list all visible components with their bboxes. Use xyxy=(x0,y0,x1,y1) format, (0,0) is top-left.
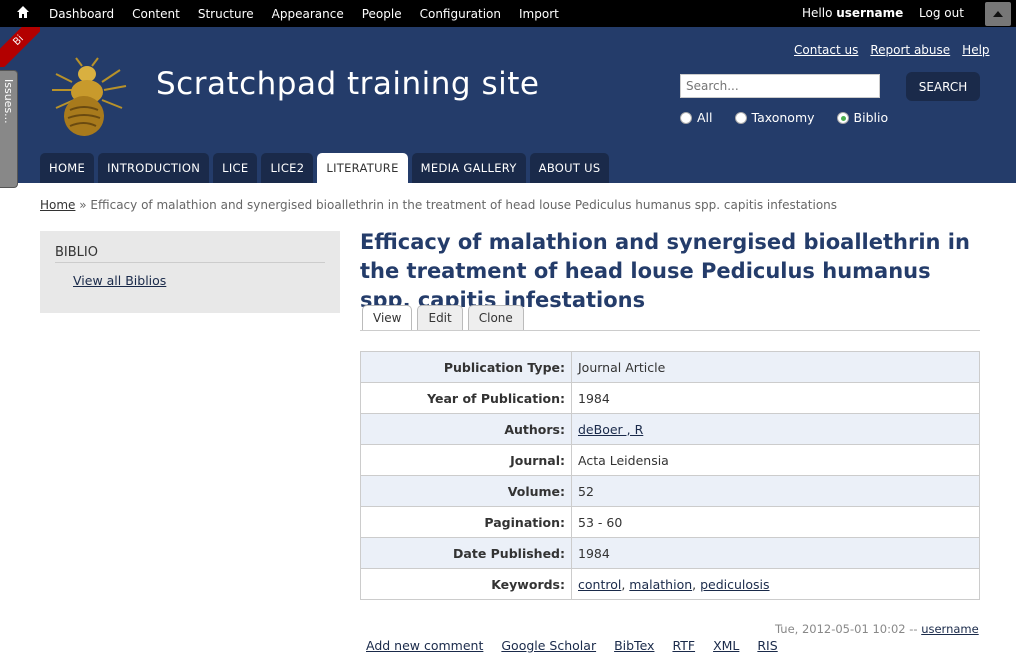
field-value: deBoer , R xyxy=(571,413,980,445)
search-scope-taxonomy[interactable]: Taxonomy xyxy=(734,110,815,125)
radio-icon xyxy=(734,111,747,124)
corner-ribbon[interactable]: Bi xyxy=(0,27,40,67)
breadcrumb-current: Efficacy of malathion and synergised bio… xyxy=(90,198,838,212)
radio-icon xyxy=(680,111,692,124)
field-label: Authors: xyxy=(360,413,572,445)
submitted-date: Tue, 2012-05-01 10:02 -- xyxy=(775,622,922,636)
user-greeting: Hello username xyxy=(802,6,903,20)
radio-label: Biblio xyxy=(853,110,889,125)
search-button[interactable]: SEARCH xyxy=(906,72,980,101)
admin-menu-people[interactable]: People xyxy=(353,7,411,21)
rtf-link[interactable]: RTF xyxy=(672,638,695,653)
submitted-user-link[interactable]: username xyxy=(921,622,979,636)
field-value: Acta Leidensia xyxy=(571,444,980,476)
nav-tab-lice2[interactable]: LICE2 xyxy=(261,153,314,183)
admin-menu: Dashboard Content Structure Appearance P… xyxy=(40,0,568,27)
table-row: Journal: Acta Leidensia xyxy=(360,444,980,476)
field-value: 52 xyxy=(571,475,980,507)
admin-menu-content[interactable]: Content xyxy=(123,7,189,21)
field-value: 53 - 60 xyxy=(571,506,980,538)
secondary-links: Contact us Report abuse Help xyxy=(794,43,990,57)
issues-tab-label: Issues... xyxy=(2,79,15,124)
author-link[interactable]: deBoer , R xyxy=(578,422,643,437)
admin-menu-appearance[interactable]: Appearance xyxy=(263,7,353,21)
page-title: Efficacy of malathion and synergised bio… xyxy=(360,230,970,312)
sidebar-block-title: BIBLIO xyxy=(55,245,325,263)
field-value: control, malathion, pediculosis xyxy=(571,568,980,600)
field-value: 1984 xyxy=(571,537,980,569)
search-scope-all[interactable]: All xyxy=(680,110,713,125)
table-row: Date Published: 1984 xyxy=(360,537,980,569)
view-all-biblios-link[interactable]: View all Biblios xyxy=(73,273,166,288)
louse-logo-icon[interactable] xyxy=(42,52,134,140)
keyword-link-control[interactable]: control xyxy=(578,577,621,592)
nav-tab-media-gallery[interactable]: MEDIA GALLERY xyxy=(411,153,526,183)
search-scope: All Taxonomy Biblio xyxy=(680,110,910,125)
ris-link[interactable]: RIS xyxy=(757,638,777,653)
ribbon-label: Bi xyxy=(0,27,40,67)
issues-tab[interactable]: Issues... xyxy=(0,70,18,188)
admin-menu-configuration[interactable]: Configuration xyxy=(411,7,510,21)
xml-link[interactable]: XML xyxy=(713,638,739,653)
table-row: Publication Type: Journal Article xyxy=(360,351,980,383)
field-value: Journal Article xyxy=(571,351,980,383)
admin-menu-dashboard[interactable]: Dashboard xyxy=(40,7,123,21)
search-scope-biblio[interactable]: Biblio xyxy=(836,110,889,125)
field-label: Pagination: xyxy=(360,506,572,538)
bibtex-link[interactable]: BibTex xyxy=(614,638,654,653)
radio-label: Taxonomy xyxy=(751,110,815,125)
breadcrumb-home-link[interactable]: Home xyxy=(40,198,75,212)
field-label: Publication Type: xyxy=(360,351,572,383)
nav-tab-lice[interactable]: LICE xyxy=(213,153,258,183)
add-new-comment-link[interactable]: Add new comment xyxy=(366,638,483,653)
toolbar-toggle-button[interactable] xyxy=(985,2,1011,26)
table-row: Authors: deBoer , R xyxy=(360,413,980,445)
report-abuse-link[interactable]: Report abuse xyxy=(870,43,950,57)
submitted-info: Tue, 2012-05-01 10:02 -- username xyxy=(775,622,979,636)
admin-toolbar: Dashboard Content Structure Appearance P… xyxy=(0,0,1016,27)
radio-label: All xyxy=(697,110,713,125)
main-nav: HOME INTRODUCTION LICE LICE2 LITERATURE … xyxy=(40,153,613,183)
field-value: 1984 xyxy=(571,382,980,414)
field-label: Volume: xyxy=(360,475,572,507)
field-label: Journal: xyxy=(360,444,572,476)
admin-menu-structure[interactable]: Structure xyxy=(189,7,263,21)
greeting-username[interactable]: username xyxy=(836,6,903,20)
local-tabs: View Edit Clone xyxy=(362,305,529,331)
logout-link[interactable]: Log out xyxy=(919,6,964,20)
field-label: Date Published: xyxy=(360,537,572,569)
breadcrumb: Home » Efficacy of malathion and synergi… xyxy=(40,198,837,212)
search-input[interactable] xyxy=(680,74,880,98)
home-icon[interactable] xyxy=(16,5,30,19)
nav-tab-literature[interactable]: LITERATURE xyxy=(317,153,408,183)
tab-view[interactable]: View xyxy=(362,305,413,331)
nav-tab-home[interactable]: HOME xyxy=(40,153,95,183)
help-link[interactable]: Help xyxy=(962,43,989,57)
nav-tab-introduction[interactable]: INTRODUCTION xyxy=(98,153,210,183)
breadcrumb-separator: » xyxy=(75,198,91,212)
tab-edit[interactable]: Edit xyxy=(417,305,463,330)
radio-selected-icon xyxy=(836,111,849,124)
keyword-link-pediculosis[interactable]: pediculosis xyxy=(700,577,769,592)
field-label: Keywords: xyxy=(360,568,572,600)
table-row: Pagination: 53 - 60 xyxy=(360,506,980,538)
greeting-prefix: Hello xyxy=(802,6,837,20)
table-row: Volume: 52 xyxy=(360,475,980,507)
tab-clone[interactable]: Clone xyxy=(467,305,524,330)
biblio-fields-table: Publication Type: Journal Article Year o… xyxy=(360,351,980,600)
contact-us-link[interactable]: Contact us xyxy=(794,43,858,57)
field-label: Year of Publication: xyxy=(360,382,572,414)
sidebar-block-biblio: BIBLIO View all Biblios xyxy=(40,231,340,313)
keyword-link-malathion[interactable]: malathion xyxy=(629,577,692,592)
tabs-divider xyxy=(360,330,980,331)
admin-menu-import[interactable]: Import xyxy=(510,7,568,21)
node-links: Add new comment Google Scholar BibTex RT… xyxy=(366,638,778,653)
nav-tab-about-us[interactable]: ABOUT US xyxy=(529,153,610,183)
site-name[interactable]: Scratchpad training site xyxy=(156,66,539,102)
table-row: Year of Publication: 1984 xyxy=(360,382,980,414)
table-row: Keywords: control, malathion, pediculosi… xyxy=(360,568,980,600)
google-scholar-link[interactable]: Google Scholar xyxy=(501,638,596,653)
